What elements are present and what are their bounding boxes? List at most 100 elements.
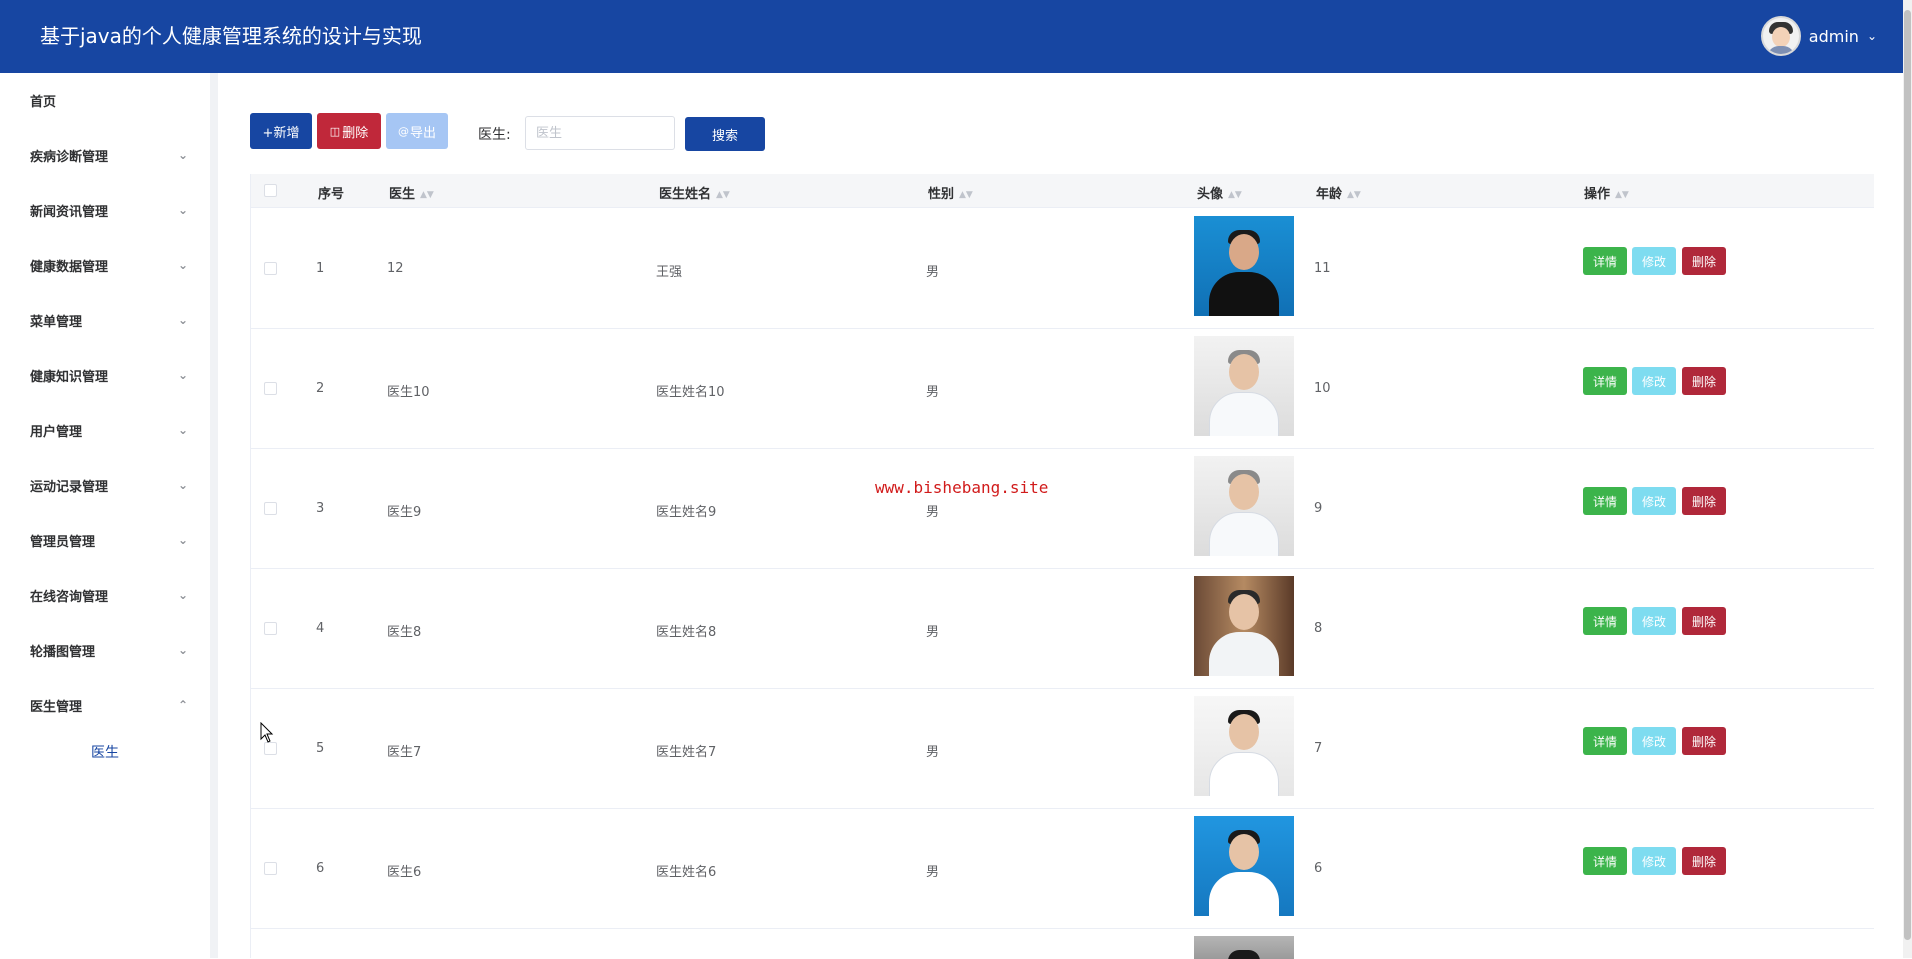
cell-age: 10 — [1314, 381, 1331, 396]
row-checkbox[interactable] — [264, 622, 277, 635]
table-row — [251, 929, 1874, 959]
sort-icon[interactable]: ▲▼ — [716, 190, 730, 200]
sidebar-item-disease[interactable]: 疾病诊断管理 ⌄ — [0, 128, 210, 183]
detail-button[interactable]: 详情 — [1583, 847, 1627, 875]
username[interactable]: admin — [1809, 27, 1859, 46]
column-header[interactable]: 年龄 ▲▼ — [1316, 183, 1361, 202]
cell-gender: 男 — [926, 865, 940, 880]
column-header[interactable]: 头像 ▲▼ — [1197, 183, 1242, 202]
sidebar-item-label: 首页 — [30, 95, 57, 110]
cell-doctor: 医生7 — [387, 745, 422, 760]
scrollbar-thumb[interactable] — [1904, 10, 1911, 940]
select-all-checkbox[interactable] — [264, 184, 277, 197]
chevron-down-icon: ⌄ — [177, 258, 188, 272]
row-checkbox[interactable] — [264, 502, 277, 515]
edit-button[interactable]: 修改 — [1632, 727, 1676, 755]
column-header[interactable]: 医生 ▲▼ — [389, 183, 434, 202]
delete-row-button[interactable]: 删除 — [1682, 607, 1726, 635]
cell-index: 5 — [316, 741, 325, 756]
page-scrollbar[interactable] — [1903, 0, 1912, 958]
cell-name: 王强 — [656, 265, 683, 280]
delete-row-button[interactable]: 删除 — [1682, 847, 1726, 875]
search-button[interactable]: 搜索 — [685, 117, 765, 151]
sidebar-item-users[interactable]: 用户管理 ⌄ — [0, 403, 210, 458]
delete-row-button[interactable]: 删除 — [1682, 367, 1726, 395]
sidebar-item-carousel[interactable]: 轮播图管理 ⌄ — [0, 623, 210, 678]
sidebar-item-label: 在线咨询管理 — [30, 590, 109, 605]
delete-row-button[interactable]: 删除 — [1682, 247, 1726, 275]
cell-age: 7 — [1314, 741, 1323, 756]
sort-icon[interactable]: ▲▼ — [1347, 190, 1361, 200]
chevron-down-icon: ⌄ — [177, 478, 188, 492]
table-row: 1 12 王强 男 11 详情 修改 删除 — [251, 209, 1874, 329]
top-header: 基于java的个人健康管理系统的设计与实现 admin ⌄ — [0, 0, 1903, 73]
delete-label: 删除 — [342, 125, 369, 141]
cell-doctor: 医生8 — [387, 625, 422, 640]
delete-row-button[interactable]: 删除 — [1682, 727, 1726, 755]
chevron-down-icon[interactable]: ⌄ — [1867, 29, 1877, 43]
add-button[interactable]: +新增 — [250, 113, 312, 149]
sidebar-item-home[interactable]: 首页 — [0, 73, 210, 128]
chevron-down-icon: ⌄ — [177, 643, 188, 657]
sidebar-item-doctors[interactable]: 医生管理 ⌃ — [0, 678, 210, 733]
cell-gender: 男 — [926, 625, 940, 640]
sidebar-item-exercise[interactable]: 运动记录管理 ⌄ — [0, 458, 210, 513]
cell-doctor: 医生10 — [387, 385, 430, 400]
sidebar-item-label: 健康知识管理 — [30, 370, 109, 385]
user-menu[interactable]: admin ⌄ — [1760, 16, 1877, 56]
sort-icon[interactable]: ▲▼ — [1615, 190, 1629, 200]
sidebar-item-consult[interactable]: 在线咨询管理 ⌄ — [0, 568, 210, 623]
detail-button[interactable]: 详情 — [1583, 367, 1627, 395]
sidebar-item-news[interactable]: 新闻资讯管理 ⌄ — [0, 183, 210, 238]
delete-row-button[interactable]: 删除 — [1682, 487, 1726, 515]
edit-button[interactable]: 修改 — [1632, 247, 1676, 275]
column-header[interactable]: 操作 ▲▼ — [1584, 183, 1629, 202]
cell-index: 1 — [316, 261, 325, 276]
detail-button[interactable]: 详情 — [1583, 727, 1627, 755]
sort-icon[interactable]: ▲▼ — [420, 190, 434, 200]
cell-age: 8 — [1314, 621, 1323, 636]
sort-icon[interactable]: ▲▼ — [1228, 190, 1242, 200]
delete-button[interactable]: ◫ 删除 — [317, 113, 381, 149]
sidebar-subitem-doctor[interactable]: 医生 — [0, 732, 210, 772]
trash-icon: ◫ — [329, 124, 341, 138]
edit-button[interactable]: 修改 — [1632, 847, 1676, 875]
export-icon: @ — [397, 124, 409, 138]
doctor-avatar-image — [1194, 816, 1294, 916]
avatar[interactable] — [1760, 16, 1801, 56]
cell-doctor: 医生9 — [387, 505, 422, 520]
row-checkbox[interactable] — [264, 262, 277, 275]
sidebar-item-health-data[interactable]: 健康数据管理 ⌄ — [0, 238, 210, 293]
search-input[interactable] — [525, 116, 675, 150]
detail-button[interactable]: 详情 — [1583, 607, 1627, 635]
cell-name: 医生姓名6 — [656, 865, 717, 880]
sidebar-item-label: 管理员管理 — [30, 535, 96, 550]
doctor-table: 序号 医生 ▲▼ 医生姓名 ▲▼ 性别 ▲▼ 头像 ▲▼ 年龄 ▲▼ 操作 ▲▼ 1 12 … — [250, 174, 1874, 959]
detail-button[interactable]: 详情 — [1583, 247, 1627, 275]
sidebar-item-knowledge[interactable]: 健康知识管理 ⌄ — [0, 348, 210, 403]
table-row: 2 医生10 医生姓名10 男 10 详情 修改 删除 — [251, 329, 1874, 449]
chevron-down-icon: ⌄ — [177, 533, 188, 547]
cell-name: 医生姓名7 — [656, 745, 717, 760]
row-checkbox[interactable] — [264, 862, 277, 875]
sidebar-item-admins[interactable]: 管理员管理 ⌄ — [0, 513, 210, 568]
cell-gender: 男 — [926, 265, 940, 280]
app-title: 基于java的个人健康管理系统的设计与实现 — [40, 24, 422, 48]
row-checkbox[interactable] — [264, 382, 277, 395]
cell-index: 6 — [316, 861, 325, 876]
export-button[interactable]: @ 导出 — [386, 113, 448, 149]
sidebar-item-label: 疾病诊断管理 — [30, 150, 109, 165]
column-header[interactable]: 医生姓名 ▲▼ — [659, 183, 730, 202]
sidebar-item-label: 轮播图管理 — [30, 645, 96, 660]
doctor-avatar-image — [1194, 336, 1294, 436]
edit-button[interactable]: 修改 — [1632, 607, 1676, 635]
sidebar-item-label: 用户管理 — [30, 425, 83, 440]
edit-button[interactable]: 修改 — [1632, 367, 1676, 395]
mouse-cursor-icon — [260, 722, 274, 743]
sort-icon[interactable]: ▲▼ — [959, 190, 973, 200]
edit-button[interactable]: 修改 — [1632, 487, 1676, 515]
sidebar-item-menu[interactable]: 菜单管理 ⌄ — [0, 293, 210, 348]
detail-button[interactable]: 详情 — [1583, 487, 1627, 515]
chevron-down-icon: ⌄ — [177, 368, 188, 382]
column-header[interactable]: 性别 ▲▼ — [928, 183, 973, 202]
